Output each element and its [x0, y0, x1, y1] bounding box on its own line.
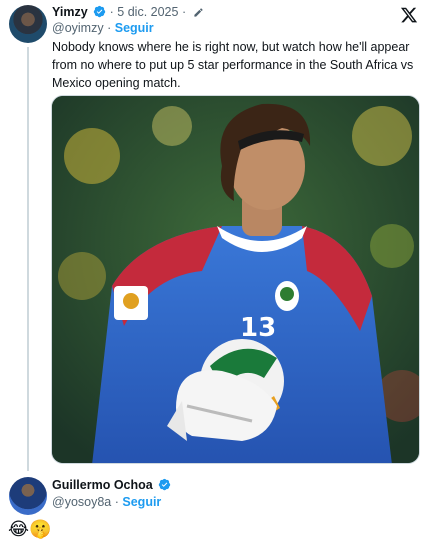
reply-author-avatar[interactable] — [9, 477, 47, 515]
tweet-date[interactable]: 5 dic. 2025 — [117, 5, 178, 19]
thread-connector-line — [27, 47, 29, 471]
reply-header: Guillermo Ochoa — [52, 478, 171, 493]
author-handle[interactable]: @oyimzy — [52, 21, 104, 35]
reply-author-handle[interactable]: @yosoy8a — [52, 495, 111, 509]
jersey-number: 13 — [240, 313, 276, 343]
reply-follow-button[interactable]: Seguir — [122, 495, 161, 509]
header-separator: · — [181, 5, 187, 19]
edit-pencil-icon — [193, 8, 203, 17]
reply-author-name[interactable]: Guillermo Ochoa — [52, 478, 153, 492]
tweet-subheader: @oyimzy · Seguir — [52, 21, 154, 36]
tweet-media-image[interactable]: 13 — [51, 95, 420, 464]
header-separator: · — [109, 5, 114, 19]
verified-badge-icon — [93, 5, 106, 18]
goalkeeper-photo: 13 — [52, 96, 419, 463]
tweet-text: Nobody knows where he is right now, but … — [52, 40, 414, 90]
verified-badge-icon — [159, 478, 171, 491]
tweet-header: Yimzy · 5 dic. 2025 · — [52, 5, 204, 20]
follow-button[interactable]: Seguir — [115, 21, 154, 35]
reply-subheader: @yosoy8a · Seguir — [52, 495, 161, 510]
reply-text: 😂🤫 — [8, 519, 52, 539]
subheader-separator: · — [107, 21, 112, 35]
author-avatar[interactable] — [9, 5, 47, 43]
reply-separator: · — [114, 495, 119, 509]
author-name[interactable]: Yimzy — [52, 5, 88, 19]
x-logo-icon[interactable] — [400, 6, 418, 24]
